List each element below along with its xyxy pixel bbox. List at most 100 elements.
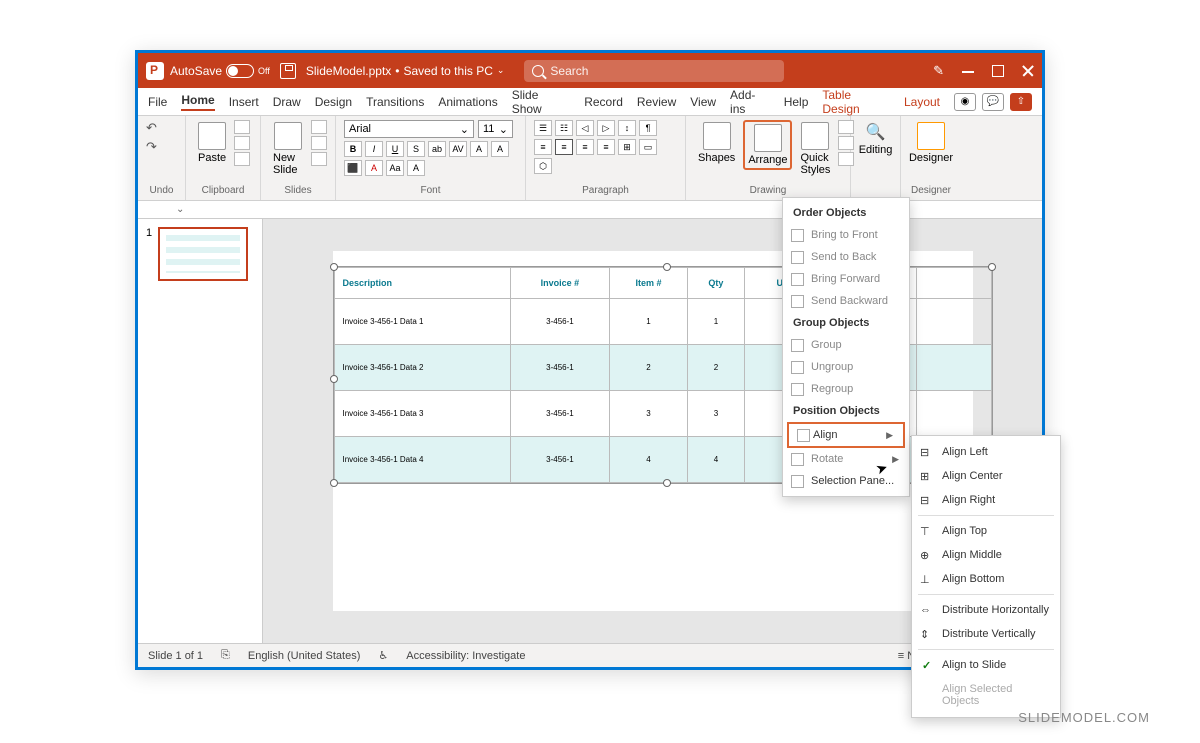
submenu-arrow-icon: ▶ <box>886 430 893 441</box>
tab-animations[interactable]: Animations <box>438 95 497 109</box>
drawing-group-label: Drawing <box>694 185 842 196</box>
distribute-v-item[interactable]: ⇕Distribute Vertically <box>912 622 1060 646</box>
filename[interactable]: SlideModel.pptx <box>306 64 391 78</box>
selection-handle[interactable] <box>663 479 671 487</box>
record-button[interactable]: ◉ <box>954 93 976 111</box>
align-bottom-item[interactable]: ⊥Align Bottom <box>912 567 1060 591</box>
accessibility-status[interactable]: Accessibility: Investigate <box>406 650 525 662</box>
selection-handle[interactable] <box>330 375 338 383</box>
indent-dec-icon[interactable]: ◁ <box>576 120 594 136</box>
grow-font-icon[interactable]: A <box>470 141 488 157</box>
chevron-down-icon[interactable]: ⌄ <box>497 65 505 76</box>
language-status[interactable]: English (United States) <box>248 650 361 662</box>
underline-button[interactable]: U <box>386 141 404 157</box>
tab-table-design[interactable]: Table Design <box>822 88 890 116</box>
tab-insert[interactable]: Insert <box>229 95 259 109</box>
bullets-icon[interactable]: ☰ <box>534 120 552 136</box>
spacing-button[interactable]: AV <box>449 141 467 157</box>
distribute-h-item[interactable]: ⇔Distribute Horizontally <box>912 598 1060 622</box>
cut-icon[interactable] <box>234 120 250 134</box>
arrange-button[interactable]: Arrange <box>743 120 792 170</box>
bring-forward-item[interactable]: Bring Forward <box>783 268 909 290</box>
redo-icon[interactable]: ↷ <box>146 139 177 155</box>
shadow-button[interactable]: ab <box>428 141 446 157</box>
smartart-icon[interactable]: ⬡ <box>534 158 552 174</box>
shrink-font-icon[interactable]: A <box>491 141 509 157</box>
strike-button[interactable]: S <box>407 141 425 157</box>
tab-review[interactable]: Review <box>637 95 676 109</box>
align-text-icon[interactable]: ▭ <box>639 139 657 155</box>
maximize-button[interactable] <box>992 65 1004 77</box>
font-size-select[interactable]: 11⌄ <box>478 120 513 138</box>
change-case-icon[interactable]: Aa <box>386 160 404 176</box>
undo-icon[interactable]: ↶ <box>146 120 177 136</box>
justify-icon[interactable]: ≡ <box>597 139 615 155</box>
section-icon[interactable] <box>311 152 327 166</box>
format-painter-icon[interactable] <box>234 152 250 166</box>
share-button[interactable]: ⇧ <box>1010 93 1032 111</box>
slide-thumbnail-1[interactable] <box>158 227 248 281</box>
minimize-button[interactable] <box>962 65 974 77</box>
qat-expand-icon[interactable]: ⌄ <box>176 204 184 215</box>
highlight-icon[interactable]: ⬛ <box>344 160 362 176</box>
group-item: Group <box>783 334 909 356</box>
selection-handle[interactable] <box>988 263 996 271</box>
selection-handle[interactable] <box>330 263 338 271</box>
selection-handle[interactable] <box>663 263 671 271</box>
designer-button[interactable]: Designer <box>909 120 953 166</box>
align-right-item[interactable]: ⊟Align Right <box>912 488 1060 512</box>
ribbon: ↶↷ Undo Paste Clipboard New Slide Slides… <box>138 116 1042 201</box>
bold-button[interactable]: B <box>344 141 362 157</box>
save-icon[interactable] <box>280 63 296 79</box>
tab-addins[interactable]: Add-ins <box>730 88 770 116</box>
indent-inc-icon[interactable]: ▷ <box>597 120 615 136</box>
bring-to-front-item[interactable]: Bring to Front <box>783 224 909 246</box>
align-middle-item[interactable]: ⊕Align Middle <box>912 543 1060 567</box>
tab-draw[interactable]: Draw <box>273 95 301 109</box>
mic-icon[interactable]: ✎ <box>933 63 944 79</box>
comments-button[interactable]: 💬 <box>982 93 1004 111</box>
tab-file[interactable]: File <box>148 95 167 109</box>
italic-button[interactable]: I <box>365 141 383 157</box>
tab-home[interactable]: Home <box>181 93 214 111</box>
tab-layout[interactable]: Layout <box>904 95 940 109</box>
text-direction-icon[interactable]: ¶ <box>639 120 657 136</box>
send-backward-item[interactable]: Send Backward <box>783 290 909 312</box>
quick-styles-button[interactable]: Quick Styles <box>796 120 834 178</box>
reset-icon[interactable] <box>311 136 327 150</box>
line-spacing-icon[interactable]: ↕ <box>618 120 636 136</box>
copy-icon[interactable] <box>234 136 250 150</box>
shapes-button[interactable]: Shapes <box>694 120 739 166</box>
tab-view[interactable]: View <box>690 95 716 109</box>
align-right-icon[interactable]: ≡ <box>576 139 594 155</box>
align-top-item[interactable]: ⊤Align Top <box>912 519 1060 543</box>
autosave-state: Off <box>258 66 270 76</box>
layout-icon[interactable] <box>311 120 327 134</box>
tab-record[interactable]: Record <box>584 95 623 109</box>
align-left-item[interactable]: ⊟Align Left <box>912 440 1060 464</box>
columns-icon[interactable]: ⊞ <box>618 139 636 155</box>
paste-button[interactable]: Paste <box>194 120 230 166</box>
selection-handle[interactable] <box>330 479 338 487</box>
numbering-icon[interactable]: ☷ <box>555 120 573 136</box>
align-center-icon[interactable]: ≡ <box>555 139 573 155</box>
align-left-icon[interactable]: ≡ <box>534 139 552 155</box>
tab-design[interactable]: Design <box>315 95 352 109</box>
editing-button[interactable]: 🔍Editing <box>859 120 892 158</box>
clear-format-icon[interactable]: A <box>407 160 425 176</box>
tab-help[interactable]: Help <box>784 95 809 109</box>
tab-transitions[interactable]: Transitions <box>366 95 424 109</box>
send-to-back-item[interactable]: Send to Back <box>783 246 909 268</box>
new-slide-button[interactable]: New Slide <box>269 120 307 178</box>
font-name-select[interactable]: Arial⌄ <box>344 120 474 138</box>
tab-slideshow[interactable]: Slide Show <box>512 88 571 116</box>
separator <box>918 649 1054 650</box>
close-button[interactable] <box>1022 65 1034 77</box>
search-input[interactable]: Search <box>524 60 784 82</box>
autosave-toggle[interactable]: AutoSave Off <box>170 64 270 78</box>
align-item[interactable]: Align▶ <box>787 422 905 448</box>
align-to-slide-item[interactable]: ✓Align to Slide <box>912 653 1060 677</box>
align-center-item[interactable]: ⊞Align Center <box>912 464 1060 488</box>
font-color-icon[interactable]: A <box>365 160 383 176</box>
slide-counter[interactable]: Slide 1 of 1 <box>148 650 203 662</box>
